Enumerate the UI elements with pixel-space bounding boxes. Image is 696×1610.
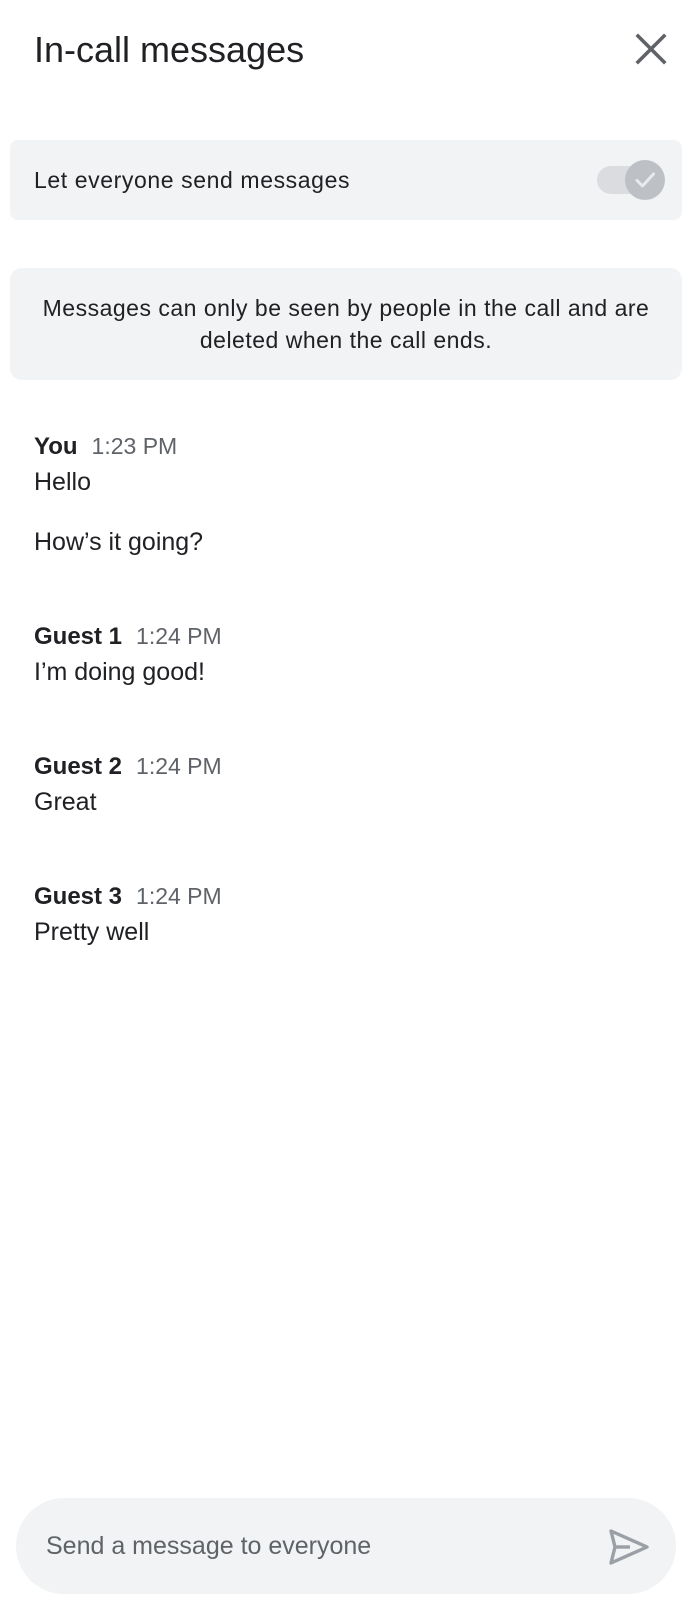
send-button[interactable]: [606, 1524, 652, 1570]
message-group: Guest 1 1:24 PM I’m doing good!: [34, 618, 664, 690]
let-everyone-send-label: Let everyone send messages: [34, 167, 351, 193]
message-group: Guest 2 1:24 PM Great: [34, 748, 664, 820]
close-button[interactable]: [626, 24, 676, 74]
panel-header: In-call messages: [0, 0, 696, 100]
let-everyone-send-toggle[interactable]: [585, 160, 665, 200]
message-list: You 1:23 PM Hello How’s it going? Guest 1…: [34, 428, 664, 950]
message-sender: Guest 3: [34, 883, 123, 910]
let-everyone-send-setting: Let everyone send messages: [10, 140, 682, 220]
message-header: Guest 2 1:24 PM: [34, 748, 664, 784]
send-icon: [609, 1529, 649, 1565]
message-text: Pretty well: [34, 918, 150, 946]
message-text: How’s it going?: [34, 528, 204, 556]
message-composer: [16, 1498, 676, 1594]
message-header: Guest 3 1:24 PM: [34, 878, 664, 914]
messages-privacy-notice: Messages can only be seen by people in t…: [10, 268, 682, 380]
close-icon: [635, 33, 667, 65]
message-text: I’m doing good!: [34, 658, 205, 686]
message-time: 1:24 PM: [136, 883, 222, 909]
panel-title: In-call messages: [34, 29, 305, 70]
message-sender: Guest 1: [34, 623, 123, 650]
message-time: 1:24 PM: [136, 623, 222, 649]
message-text: Great: [34, 788, 97, 816]
toggle-knob: [625, 160, 665, 200]
message-header: You 1:23 PM: [34, 428, 664, 464]
message-time: 1:24 PM: [136, 753, 222, 779]
message-group: You 1:23 PM Hello How’s it going?: [34, 428, 664, 560]
message-sender: Guest 2: [34, 753, 123, 780]
message-group: Guest 3 1:24 PM Pretty well: [34, 878, 664, 950]
message-header: Guest 1 1:24 PM: [34, 618, 664, 654]
check-icon: [635, 172, 655, 188]
message-sender: You: [34, 433, 78, 460]
message-input[interactable]: [46, 1524, 586, 1568]
message-time: 1:23 PM: [91, 433, 178, 459]
message-text: Hello: [34, 468, 91, 496]
in-call-messages-panel: In-call messages Let everyone send messa…: [0, 0, 696, 1610]
